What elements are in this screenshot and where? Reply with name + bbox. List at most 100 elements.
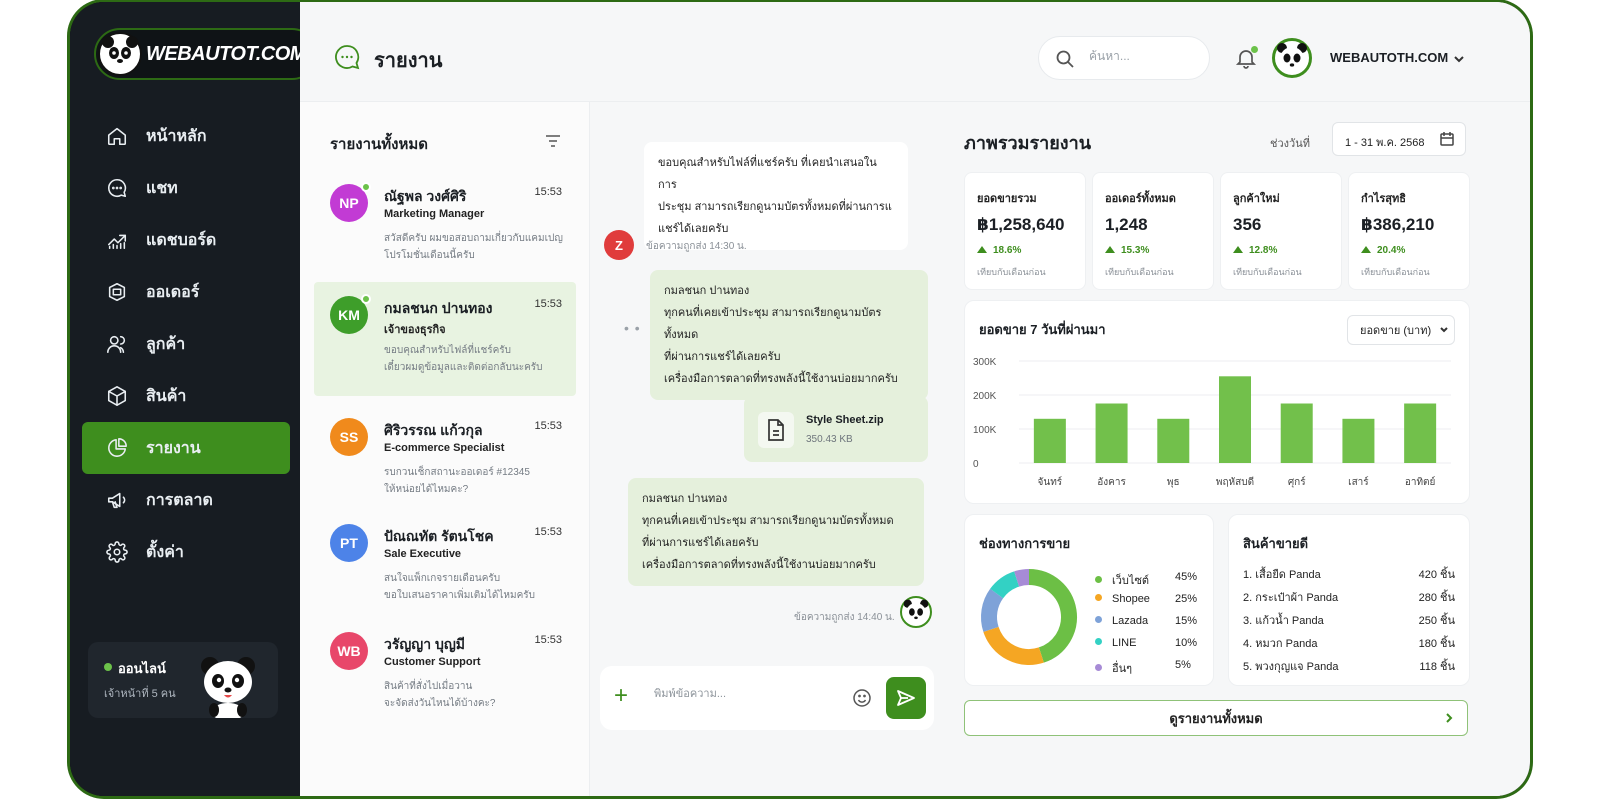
sidebar-item-marketing[interactable]: การตลาด <box>82 474 290 526</box>
kpi-note: เทียบกับเดือนก่อน <box>1233 267 1302 277</box>
kpi-value: ฿1,258,640 <box>977 215 1065 234</box>
report-title: ภาพรวมรายงาน <box>964 133 1092 153</box>
sidebar-item-orders[interactable]: ออเดอร์ <box>82 266 290 318</box>
sidebar-item-products[interactable]: สินค้า <box>82 370 290 422</box>
sidebar-item-chat[interactable]: แชท <box>82 162 290 214</box>
search-box <box>1038 36 1210 80</box>
sidebar-item-label: สินค้า <box>146 387 187 405</box>
x-tick-label: อาทิตย์ <box>1405 476 1436 488</box>
message-timestamp: ข้อความถูกส่ง 14:30 น. <box>646 241 747 252</box>
calendar-icon <box>1440 132 1454 146</box>
search-input[interactable] <box>1089 49 1199 63</box>
y-tick-label: 100K <box>973 425 997 436</box>
contact-name: ปัณณทัต รัตนโชค <box>384 528 494 544</box>
sender-avatar: Z <box>604 230 634 260</box>
product-name: กระเป๋าผ้า Panda <box>1255 592 1339 604</box>
brand-logo[interactable]: WEBAUTOT.COM <box>94 28 318 80</box>
sidebar-item-customers[interactable]: ลูกค้า <box>82 318 290 370</box>
sidebar-item-home[interactable]: หน้าหลัก <box>82 110 290 162</box>
bar-อาทิตย์ <box>1404 403 1437 463</box>
message-line: ที่ผ่านการแชร์ได้เลยครับ <box>664 351 781 363</box>
sidebar-item-label: ลูกค้า <box>146 335 186 353</box>
preview-line: รบกวนเช็กสถานะออเดอร์ #12345 <box>384 467 530 478</box>
legend-dot-icon <box>1095 576 1102 583</box>
add-attachment-icon[interactable]: + <box>614 684 628 708</box>
legend-dot-icon <box>1095 594 1102 601</box>
message-input[interactable] <box>654 688 834 700</box>
message-line: ประชุม สามารถเรียกดูนามบัตรทั้งหมดที่ผ่า… <box>658 201 892 213</box>
contact-name: วรัญญา บุญมี <box>384 636 466 652</box>
x-tick-label: เสาร์ <box>1348 476 1369 488</box>
conversation-item[interactable]: PT ปัณณทัต รัตนโชค 15:53 Sale Executive … <box>314 510 576 624</box>
online-indicator <box>361 294 371 304</box>
message-preview: สวัสดีครับ ผมขอสอบถามเกี่ยวกับแคมเปญ โปรโ… <box>384 230 564 264</box>
y-tick-label: 300K <box>973 357 997 368</box>
sidebar-item-settings[interactable]: ตั้งค่า <box>82 526 290 578</box>
y-tick-label: 200K <box>973 391 997 402</box>
legend-item: LINE 10% <box>1095 637 1197 649</box>
sales-metric-select[interactable]: ยอดขาย (บาท) <box>1347 315 1455 345</box>
legend-value: 25% <box>1175 593 1198 605</box>
product-qty: 250 ชิ้น <box>1418 615 1455 627</box>
notification-dot <box>1251 46 1258 53</box>
conversation-item[interactable]: WB วรัญญา บุญมี 15:53 Customer Support ส… <box>314 618 576 732</box>
avatar: PT <box>330 524 368 562</box>
notification-button[interactable] <box>1234 46 1258 70</box>
message-time: 15:53 <box>534 634 562 646</box>
legend-name: เว็บไซต์ <box>1112 575 1150 587</box>
avatar[interactable] <box>1272 38 1312 78</box>
box-icon <box>107 386 127 406</box>
kpi-delta: 20.4% <box>1361 245 1405 256</box>
kpi-delta: 12.8% <box>1233 245 1277 256</box>
kpi-label: กำไรสุทธิ <box>1361 193 1406 205</box>
sidebar-item-dashboard[interactable]: แดชบอร์ด <box>82 214 290 266</box>
message-line: ทุกคนที่เคยเข้าประชุม สามารถเรียกดูนามบั… <box>642 515 894 527</box>
message-preview: สินค้าที่สั่งไปเมื่อวาน จะจัดส่งวันไหนได้… <box>384 678 564 712</box>
chevron-down-icon[interactable] <box>1452 52 1466 66</box>
online-dot-icon <box>104 663 112 671</box>
user-name[interactable]: WEBAUTOTH.COM <box>1330 50 1448 65</box>
list-item: 5. พวงกุญแจ Panda 118 ชิ้น <box>1243 657 1455 675</box>
kpi-delta: 15.3% <box>1105 245 1149 256</box>
donut-slice-Lazada <box>981 588 1004 632</box>
donut-slice-เว็บไซต์ <box>1028 569 1077 663</box>
bar-ศุกร์ <box>1280 403 1313 463</box>
donut-slice-LINE <box>990 571 1020 599</box>
outgoing-message: กมลชนก ปานทอง ทุกคนที่เคยเข้าประชุม สามา… <box>650 270 928 400</box>
sidebar-item-label: หน้าหลัก <box>146 127 207 145</box>
product-qty: 420 ชิ้น <box>1418 569 1455 581</box>
kpi-label: ยอดขายรวม <box>977 193 1037 205</box>
sidebar-item-reports[interactable]: รายงาน <box>82 422 290 474</box>
send-button[interactable] <box>886 677 926 719</box>
list-item: 1. เสื้อยืด Panda 420 ชิ้น <box>1243 565 1455 583</box>
conversation-item[interactable]: SS ศิริวรรณ แก้วกุล 15:53 E-commerce Spe… <box>314 404 576 518</box>
date-range-picker[interactable]: 1 - 31 พ.ค. 2568 <box>1332 122 1466 156</box>
conversation-list-title: รายงานทั้งหมด <box>330 136 428 153</box>
gear-icon <box>106 541 128 563</box>
preview-line: สินค้าที่สั่งไปเมื่อวาน <box>384 681 473 692</box>
message-time: 15:53 <box>534 186 562 198</box>
conversation-item-active[interactable]: KM กมลชนก ปานทอง 15:53 เจ้าของธุรกิจ ขอบ… <box>314 282 576 396</box>
legend-dot-icon <box>1095 638 1102 645</box>
legend-item: เว็บไซต์ 45% <box>1095 571 1197 589</box>
view-all-reports-button[interactable]: ดูรายงานทั้งหมด <box>964 700 1468 736</box>
message-time: 15:53 <box>534 420 562 432</box>
message-preview: ขอบคุณสำหรับไฟล์ที่แชร์ครับ เดี๋ยวผมดูข้อ… <box>384 342 564 376</box>
sales-channel-donut <box>981 569 1077 665</box>
conversation-item[interactable]: NP ณัฐพล วงศ์ศิริ 15:53 Marketing Manage… <box>314 170 576 284</box>
product-qty: 118 ชิ้น <box>1419 661 1455 673</box>
online-staff-count: เจ้าหน้าที่ 5 คน <box>104 688 176 700</box>
pie-icon <box>108 438 127 457</box>
x-tick-label: อังคาร <box>1097 477 1126 488</box>
emoji-icon[interactable] <box>852 688 872 708</box>
preview-line: เดี๋ยวผมดูข้อมูลและติดต่อกลับนะครับ <box>384 362 543 373</box>
online-indicator <box>361 182 371 192</box>
file-attachment[interactable]: Style Sheet.zip 350.43 KB <box>744 396 928 462</box>
panda-avatar-icon <box>900 596 932 628</box>
chat-bubble-icon <box>335 45 360 70</box>
bar-เสาร์ <box>1342 418 1375 463</box>
preview-line: ให้หน่อยได้ไหมคะ? <box>384 484 469 495</box>
panda-avatar-icon <box>1277 43 1307 71</box>
filter-icon[interactable] <box>544 132 562 150</box>
kpi-card-profit: กำไรสุทธิ ฿386,210 20.4% เทียบกับเดือนก่… <box>1348 172 1470 290</box>
